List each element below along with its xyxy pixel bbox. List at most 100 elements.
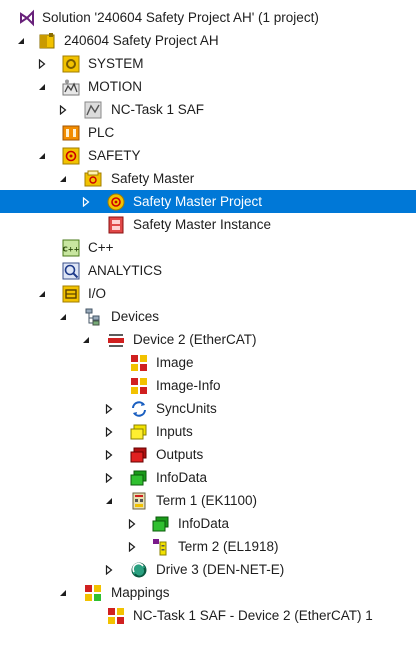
collapse-arrow-icon[interactable]: [57, 581, 69, 604]
collapse-arrow-icon[interactable]: [36, 75, 48, 98]
tree-item-label: Drive 3 (DEN-NET-E): [156, 562, 285, 577]
expand-arrow-icon[interactable]: [103, 397, 115, 420]
collapse-arrow-icon[interactable]: [57, 167, 69, 190]
tree-item-outputs[interactable]: Outputs: [0, 443, 416, 466]
tree-item-io[interactable]: I/O: [0, 282, 416, 305]
tree-item-label: Safety Master Instance: [133, 217, 272, 232]
expand-arrow-icon[interactable]: [126, 535, 138, 558]
collapse-arrow-icon[interactable]: [80, 328, 92, 351]
tree-item-analytics[interactable]: ANALYTICS: [0, 259, 416, 282]
tree-item-image[interactable]: Image: [0, 351, 416, 374]
tree-item-safety-master-instance[interactable]: Safety Master Instance: [0, 213, 416, 236]
outputs-icon: [130, 446, 148, 464]
image-icon: [130, 354, 148, 372]
tree-item-label: InfoData: [178, 516, 230, 531]
image-info-icon: [130, 377, 148, 395]
tree-item-label: ANALYTICS: [88, 263, 163, 278]
tree-item-safety-master-project[interactable]: Safety Master Project: [0, 190, 416, 213]
io-icon: [62, 285, 80, 303]
tree-item-syncunits[interactable]: SyncUnits: [0, 397, 416, 420]
tree-item-mappings[interactable]: Mappings: [0, 581, 416, 604]
expand-arrow-icon[interactable]: [103, 466, 115, 489]
tree-item-label: Term 2 (EL1918): [178, 539, 279, 554]
terminal-el1918-icon: [152, 538, 170, 556]
tree-item-inputs[interactable]: Inputs: [0, 420, 416, 443]
tree-item-term1-infodata[interactable]: InfoData: [0, 512, 416, 535]
tree-item-plc[interactable]: PLC: [0, 121, 416, 144]
tree-item-label: Solution '240604 Safety Project AH' (1 p…: [42, 10, 319, 25]
mapping-entry-icon: [107, 607, 125, 625]
tree-item-label: SyncUnits: [156, 401, 217, 416]
safety-icon: [62, 147, 80, 165]
tree-item-solution[interactable]: Solution '240604 Safety Project AH' (1 p…: [0, 6, 416, 29]
collapse-arrow-icon[interactable]: [57, 305, 69, 328]
expand-arrow-icon[interactable]: [103, 443, 115, 466]
tree-item-label: Image: [156, 355, 194, 370]
tree-item-motion[interactable]: MOTION: [0, 75, 416, 98]
sync-units-icon: [130, 400, 148, 418]
tree-item-label: Device 2 (EtherCAT): [133, 332, 257, 347]
tree-item-mapping-entry[interactable]: NC-Task 1 SAF - Device 2 (EtherCAT) 1: [0, 604, 416, 627]
infodata-icon: [130, 469, 148, 487]
tree-item-drive-3[interactable]: Drive 3 (DEN-NET-E): [0, 558, 416, 581]
tree-item-label: Outputs: [156, 447, 204, 462]
tree-item-label: PLC: [88, 125, 115, 140]
expand-arrow-icon[interactable]: [103, 558, 115, 581]
system-gear-icon: [62, 55, 80, 73]
tree-item-safety[interactable]: SAFETY: [0, 144, 416, 167]
infodata-icon: [152, 515, 170, 533]
tree-item-label: MOTION: [88, 79, 142, 94]
tree-item-label: Safety Master: [111, 171, 195, 186]
collapse-arrow-icon[interactable]: [103, 489, 115, 512]
safety-project-icon: [107, 193, 125, 211]
tree-item-label: Mappings: [111, 585, 170, 600]
safety-instance-icon: [107, 216, 125, 234]
plc-icon: [62, 124, 80, 142]
expand-arrow-icon[interactable]: [80, 190, 92, 213]
analytics-icon: [62, 262, 80, 280]
expand-arrow-icon[interactable]: [57, 98, 69, 121]
expand-arrow-icon[interactable]: [36, 52, 48, 75]
expand-arrow-icon[interactable]: [126, 512, 138, 535]
devices-icon: [84, 308, 102, 326]
twincat-project-icon: [38, 32, 56, 50]
drive-icon: [130, 561, 148, 579]
tree-item-label: SAFETY: [88, 148, 141, 163]
collapse-arrow-icon[interactable]: [36, 282, 48, 305]
tree-item-label: SYSTEM: [88, 56, 144, 71]
tree-item-label: I/O: [88, 286, 107, 301]
mappings-icon: [84, 584, 102, 602]
tree-item-image-info[interactable]: Image-Info: [0, 374, 416, 397]
tree-item-project[interactable]: 240604 Safety Project AH: [0, 29, 416, 52]
svg-text:C++: C++: [63, 246, 80, 254]
terminal-ek1100-icon: [130, 492, 148, 510]
tree-item-system[interactable]: SYSTEM: [0, 52, 416, 75]
visual-studio-solution-icon: [18, 9, 36, 27]
tree-item-infodata[interactable]: InfoData: [0, 466, 416, 489]
inputs-icon: [130, 423, 148, 441]
tree-item-label: Image-Info: [156, 378, 221, 393]
expand-arrow-icon[interactable]: [103, 420, 115, 443]
tree-item-device-2[interactable]: Device 2 (EtherCAT): [0, 328, 416, 351]
tree-item-term-1[interactable]: Term 1 (EK1100): [0, 489, 416, 512]
tree-item-label: C++: [88, 240, 114, 255]
tree-item-safety-master[interactable]: Safety Master: [0, 167, 416, 190]
tree-item-label: 240604 Safety Project AH: [64, 33, 219, 48]
safety-master-icon: [84, 170, 102, 188]
collapse-arrow-icon[interactable]: [15, 29, 27, 52]
tree-item-label: Term 1 (EK1100): [156, 493, 258, 508]
cpp-icon: C++: [62, 239, 80, 257]
tree-item-label: Safety Master Project: [133, 194, 263, 209]
tree-item-devices[interactable]: Devices: [0, 305, 416, 328]
nc-task-icon: [84, 101, 102, 119]
tree-item-label: Devices: [111, 309, 160, 324]
ethercat-device-icon: [107, 331, 125, 349]
tree-item-label: NC-Task 1 SAF - Device 2 (EtherCAT) 1: [133, 608, 373, 623]
collapse-arrow-icon[interactable]: [36, 144, 48, 167]
solution-explorer-tree: Solution '240604 Safety Project AH' (1 p…: [0, 6, 416, 627]
tree-item-label: NC-Task 1 SAF: [111, 102, 205, 117]
tree-item-cpp[interactable]: C++ C++: [0, 236, 416, 259]
motion-icon: [62, 78, 80, 96]
tree-item-nc-task[interactable]: NC-Task 1 SAF: [0, 98, 416, 121]
tree-item-term-2[interactable]: Term 2 (EL1918): [0, 535, 416, 558]
